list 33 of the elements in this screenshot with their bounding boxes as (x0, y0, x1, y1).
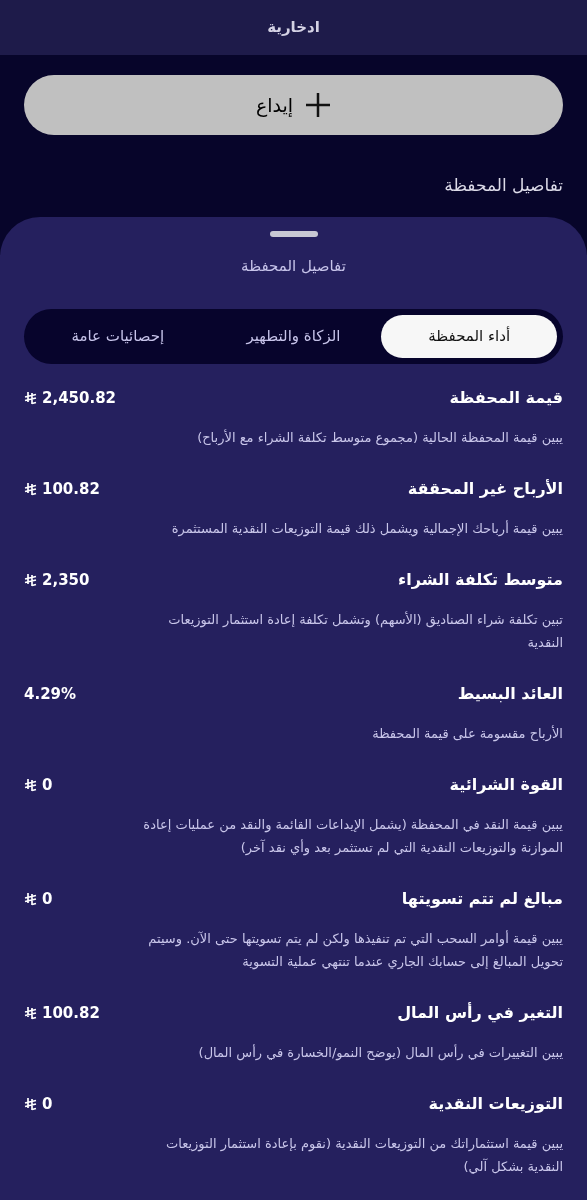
metric-description: يبين قيمة استثماراتك من التوزيعات النقدية (نقوم بإعادة استثمار التوزيعات النقدية بشكل آلي) (165, 1135, 563, 1176)
metric-title: قيمة المحفظة (449, 387, 563, 409)
metric-description: الأرباح مقسومة على قيمة المحفظة (371, 724, 563, 744)
metric-description: تبين تكلفة شراء الصناديق (الأسهم) وتشمل تكلفة إعادة استثمار التوزيعات النقدية (167, 610, 563, 652)
tab[interactable]: أداء المحفظة (381, 315, 557, 358)
metric-value: 4.29% (24, 683, 77, 705)
tab[interactable]: الزكاة والتطهير (205, 315, 382, 358)
metric-description: يبين قيمة النقد في المحفظة (يشمل الإيداعات القائمة والنقد من عمليات إعادة الموازنة والتوزيعات النقدية التي لم تستثمر بعد وأي نقد آخر) (142, 816, 563, 858)
header-title: ادخارية (267, 17, 320, 39)
metric-value: 2,350 (42, 569, 90, 591)
metric-value: 100.82 (42, 1002, 100, 1024)
metric-title: التغير في رأس المال (397, 1001, 563, 1025)
tab[interactable]: إحصائيات عامة (30, 315, 206, 358)
metric-title: التوزيعات النقدية (428, 1093, 563, 1115)
metric-value: 0 (42, 1093, 53, 1115)
metric-value: 0 (42, 774, 53, 796)
sheet-title: تفاصيل المحفظة (240, 255, 347, 277)
plus-icon (305, 92, 332, 118)
metric-title: متوسط تكلفة الشراء (398, 569, 563, 591)
metric-title: العائد البسيط (457, 683, 563, 705)
deposit-button[interactable]: إيداع (24, 75, 563, 135)
metric-value: 2,450.82 (42, 387, 117, 409)
metric-title: مبالغ لم تتم تسويتها (401, 888, 563, 910)
metric-value: 100.82 (42, 478, 100, 500)
metric-value: 0 (42, 888, 53, 910)
metric-title: القوة الشرائية (449, 774, 563, 796)
metric-title: الأرباح غير المحققة (407, 478, 563, 500)
drag-handle[interactable] (269, 230, 318, 237)
metric-description: يبين قيمة المحفظة الحالية (مجموع متوسط تكلفة الشراء مع الأرباح) (196, 428, 563, 448)
section-title: تفاصيل المحفظة (443, 174, 563, 197)
metric-description: يبين التغييرات في رأس المال (يوضح النمو/الخسارة في رأس المال) (197, 1043, 563, 1063)
metric-description: يبين قيمة أوامر السحب التي تم تنفيذها ولكن لم يتم تسويتها حتى الآن. وسيتم تحويل المبالغ إلى حسابك الجاري عندما تنتهي عملية التسوية (147, 929, 563, 972)
metric-description: يبين قيمة أرباحك الإجمالية ويشمل ذلك قيمة التوزيعات النقدية المستثمرة (170, 519, 563, 539)
